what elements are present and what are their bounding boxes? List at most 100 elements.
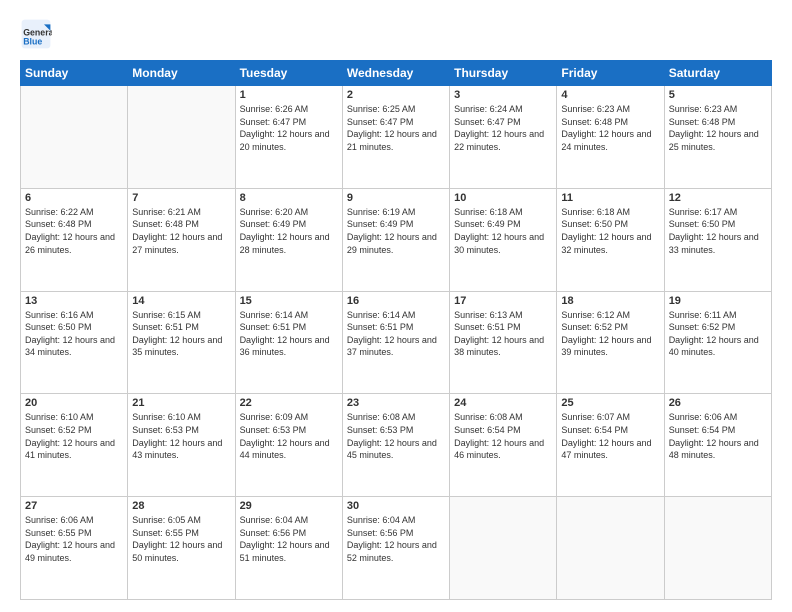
- day-number: 2: [347, 89, 445, 101]
- day-info: Sunrise: 6:10 AM Sunset: 6:53 PM Dayligh…: [132, 411, 230, 461]
- calendar-cell: 19Sunrise: 6:11 AM Sunset: 6:52 PM Dayli…: [664, 291, 771, 394]
- day-info: Sunrise: 6:25 AM Sunset: 6:47 PM Dayligh…: [347, 103, 445, 153]
- svg-text:Blue: Blue: [23, 36, 42, 46]
- calendar-table: SundayMondayTuesdayWednesdayThursdayFrid…: [20, 60, 772, 600]
- day-info: Sunrise: 6:10 AM Sunset: 6:52 PM Dayligh…: [25, 411, 123, 461]
- calendar-cell: 5 Sunrise: 6:23 AM Sunset: 6:48 PM Daylig…: [664, 86, 771, 189]
- day-info: Sunrise: 6:04 AM Sunset: 6:56 PM Dayligh…: [347, 514, 445, 564]
- day-info: Sunrise: 6:08 AM Sunset: 6:54 PM Dayligh…: [454, 411, 552, 461]
- day-number: 5: [669, 89, 767, 101]
- day-number: 4: [561, 89, 659, 101]
- calendar-cell: 11 Sunrise: 6:18 AM Sunset: 6:50 PM Dayli…: [557, 188, 664, 291]
- day-number: 19: [669, 295, 767, 307]
- weekday-friday: Friday: [557, 61, 664, 86]
- calendar-cell: 21 Sunrise: 6:10 AM Sunset: 6:53 PM Dayli…: [128, 394, 235, 497]
- calendar-cell: 23 Sunrise: 6:08 AM Sunset: 6:53 PM Dayli…: [342, 394, 449, 497]
- calendar-cell: 25Sunrise: 6:07 AM Sunset: 6:54 PM Dayli…: [557, 394, 664, 497]
- weekday-thursday: Thursday: [450, 61, 557, 86]
- day-number: 27: [25, 500, 123, 512]
- day-info: Sunrise: 6:13 AM Sunset: 6:51 PM Dayligh…: [454, 309, 552, 359]
- day-info: Sunrise: 6:05 AM Sunset: 6:55 PM Dayligh…: [132, 514, 230, 564]
- calendar-cell: 12 Sunrise: 6:17 AM Sunset: 6:50 PM Dayli…: [664, 188, 771, 291]
- day-number: 22: [240, 397, 338, 409]
- day-number: 12: [669, 192, 767, 204]
- calendar-cell: 26 Sunrise: 6:06 AM Sunset: 6:54 PM Dayli…: [664, 394, 771, 497]
- day-info: Sunrise: 6:15 AM Sunset: 6:51 PM Dayligh…: [132, 309, 230, 359]
- logo-icon: General Blue: [20, 18, 52, 50]
- day-info: Sunrise: 6:09 AM Sunset: 6:53 PM Dayligh…: [240, 411, 338, 461]
- day-info: Sunrise: 6:22 AM Sunset: 6:48 PM Dayligh…: [25, 206, 123, 256]
- day-info: Sunrise: 6:19 AM Sunset: 6:49 PM Dayligh…: [347, 206, 445, 256]
- calendar-cell: 14Sunrise: 6:15 AM Sunset: 6:51 PM Dayli…: [128, 291, 235, 394]
- day-number: 18: [561, 295, 659, 307]
- calendar-cell: 27 Sunrise: 6:06 AM Sunset: 6:55 PM Dayli…: [21, 497, 128, 600]
- day-info: Sunrise: 6:08 AM Sunset: 6:53 PM Dayligh…: [347, 411, 445, 461]
- weekday-sunday: Sunday: [21, 61, 128, 86]
- day-number: 25: [561, 397, 659, 409]
- header: General Blue: [20, 18, 772, 50]
- day-info: Sunrise: 6:06 AM Sunset: 6:55 PM Dayligh…: [25, 514, 123, 564]
- calendar-cell: 9 Sunrise: 6:19 AM Sunset: 6:49 PM Daylig…: [342, 188, 449, 291]
- calendar-cell: 1 Sunrise: 6:26 AM Sunset: 6:47 PM Daylig…: [235, 86, 342, 189]
- calendar-cell: 4 Sunrise: 6:23 AM Sunset: 6:48 PM Daylig…: [557, 86, 664, 189]
- day-info: Sunrise: 6:06 AM Sunset: 6:54 PM Dayligh…: [669, 411, 767, 461]
- calendar-cell: 22 Sunrise: 6:09 AM Sunset: 6:53 PM Dayli…: [235, 394, 342, 497]
- weekday-tuesday: Tuesday: [235, 61, 342, 86]
- day-number: 3: [454, 89, 552, 101]
- day-number: 17: [454, 295, 552, 307]
- day-number: 29: [240, 500, 338, 512]
- day-number: 9: [347, 192, 445, 204]
- day-number: 6: [25, 192, 123, 204]
- day-number: 1: [240, 89, 338, 101]
- day-info: Sunrise: 6:16 AM Sunset: 6:50 PM Dayligh…: [25, 309, 123, 359]
- day-info: Sunrise: 6:26 AM Sunset: 6:47 PM Dayligh…: [240, 103, 338, 153]
- day-number: 28: [132, 500, 230, 512]
- week-row-3: 13 Sunrise: 6:16 AM Sunset: 6:50 PM Dayli…: [21, 291, 772, 394]
- day-number: 16: [347, 295, 445, 307]
- day-info: Sunrise: 6:23 AM Sunset: 6:48 PM Dayligh…: [669, 103, 767, 153]
- day-number: 11: [561, 192, 659, 204]
- calendar-cell: 6 Sunrise: 6:22 AM Sunset: 6:48 PM Daylig…: [21, 188, 128, 291]
- day-number: 8: [240, 192, 338, 204]
- day-number: 15: [240, 295, 338, 307]
- day-info: Sunrise: 6:24 AM Sunset: 6:47 PM Dayligh…: [454, 103, 552, 153]
- calendar-cell: [664, 497, 771, 600]
- day-number: 7: [132, 192, 230, 204]
- calendar-cell: 2 Sunrise: 6:25 AM Sunset: 6:47 PM Daylig…: [342, 86, 449, 189]
- calendar-cell: 7 Sunrise: 6:21 AM Sunset: 6:48 PM Daylig…: [128, 188, 235, 291]
- day-info: Sunrise: 6:18 AM Sunset: 6:50 PM Dayligh…: [561, 206, 659, 256]
- calendar-cell: 3 Sunrise: 6:24 AM Sunset: 6:47 PM Daylig…: [450, 86, 557, 189]
- calendar-cell: 10 Sunrise: 6:18 AM Sunset: 6:49 PM Dayli…: [450, 188, 557, 291]
- day-number: 21: [132, 397, 230, 409]
- calendar-cell: [557, 497, 664, 600]
- calendar-cell: 17 Sunrise: 6:13 AM Sunset: 6:51 PM Dayli…: [450, 291, 557, 394]
- calendar-cell: 15Sunrise: 6:14 AM Sunset: 6:51 PM Dayli…: [235, 291, 342, 394]
- calendar-cell: 29Sunrise: 6:04 AM Sunset: 6:56 PM Dayli…: [235, 497, 342, 600]
- calendar-cell: 28 Sunrise: 6:05 AM Sunset: 6:55 PM Dayli…: [128, 497, 235, 600]
- day-info: Sunrise: 6:18 AM Sunset: 6:49 PM Dayligh…: [454, 206, 552, 256]
- calendar-cell: [128, 86, 235, 189]
- weekday-saturday: Saturday: [664, 61, 771, 86]
- logo: General Blue: [20, 18, 56, 50]
- calendar-cell: [21, 86, 128, 189]
- calendar-cell: 13 Sunrise: 6:16 AM Sunset: 6:50 PM Dayli…: [21, 291, 128, 394]
- day-number: 26: [669, 397, 767, 409]
- day-number: 30: [347, 500, 445, 512]
- calendar-cell: 16Sunrise: 6:14 AM Sunset: 6:51 PM Dayli…: [342, 291, 449, 394]
- day-info: Sunrise: 6:12 AM Sunset: 6:52 PM Dayligh…: [561, 309, 659, 359]
- day-number: 13: [25, 295, 123, 307]
- day-info: Sunrise: 6:21 AM Sunset: 6:48 PM Dayligh…: [132, 206, 230, 256]
- weekday-header-row: SundayMondayTuesdayWednesdayThursdayFrid…: [21, 61, 772, 86]
- week-row-4: 20Sunrise: 6:10 AM Sunset: 6:52 PM Dayli…: [21, 394, 772, 497]
- day-number: 10: [454, 192, 552, 204]
- day-info: Sunrise: 6:23 AM Sunset: 6:48 PM Dayligh…: [561, 103, 659, 153]
- week-row-1: 1 Sunrise: 6:26 AM Sunset: 6:47 PM Daylig…: [21, 86, 772, 189]
- calendar-cell: 30 Sunrise: 6:04 AM Sunset: 6:56 PM Dayli…: [342, 497, 449, 600]
- week-row-5: 27 Sunrise: 6:06 AM Sunset: 6:55 PM Dayli…: [21, 497, 772, 600]
- day-info: Sunrise: 6:17 AM Sunset: 6:50 PM Dayligh…: [669, 206, 767, 256]
- day-number: 23: [347, 397, 445, 409]
- week-row-2: 6 Sunrise: 6:22 AM Sunset: 6:48 PM Daylig…: [21, 188, 772, 291]
- weekday-wednesday: Wednesday: [342, 61, 449, 86]
- day-number: 24: [454, 397, 552, 409]
- page: General Blue SundayMondayTuesdayWednesda…: [0, 0, 792, 612]
